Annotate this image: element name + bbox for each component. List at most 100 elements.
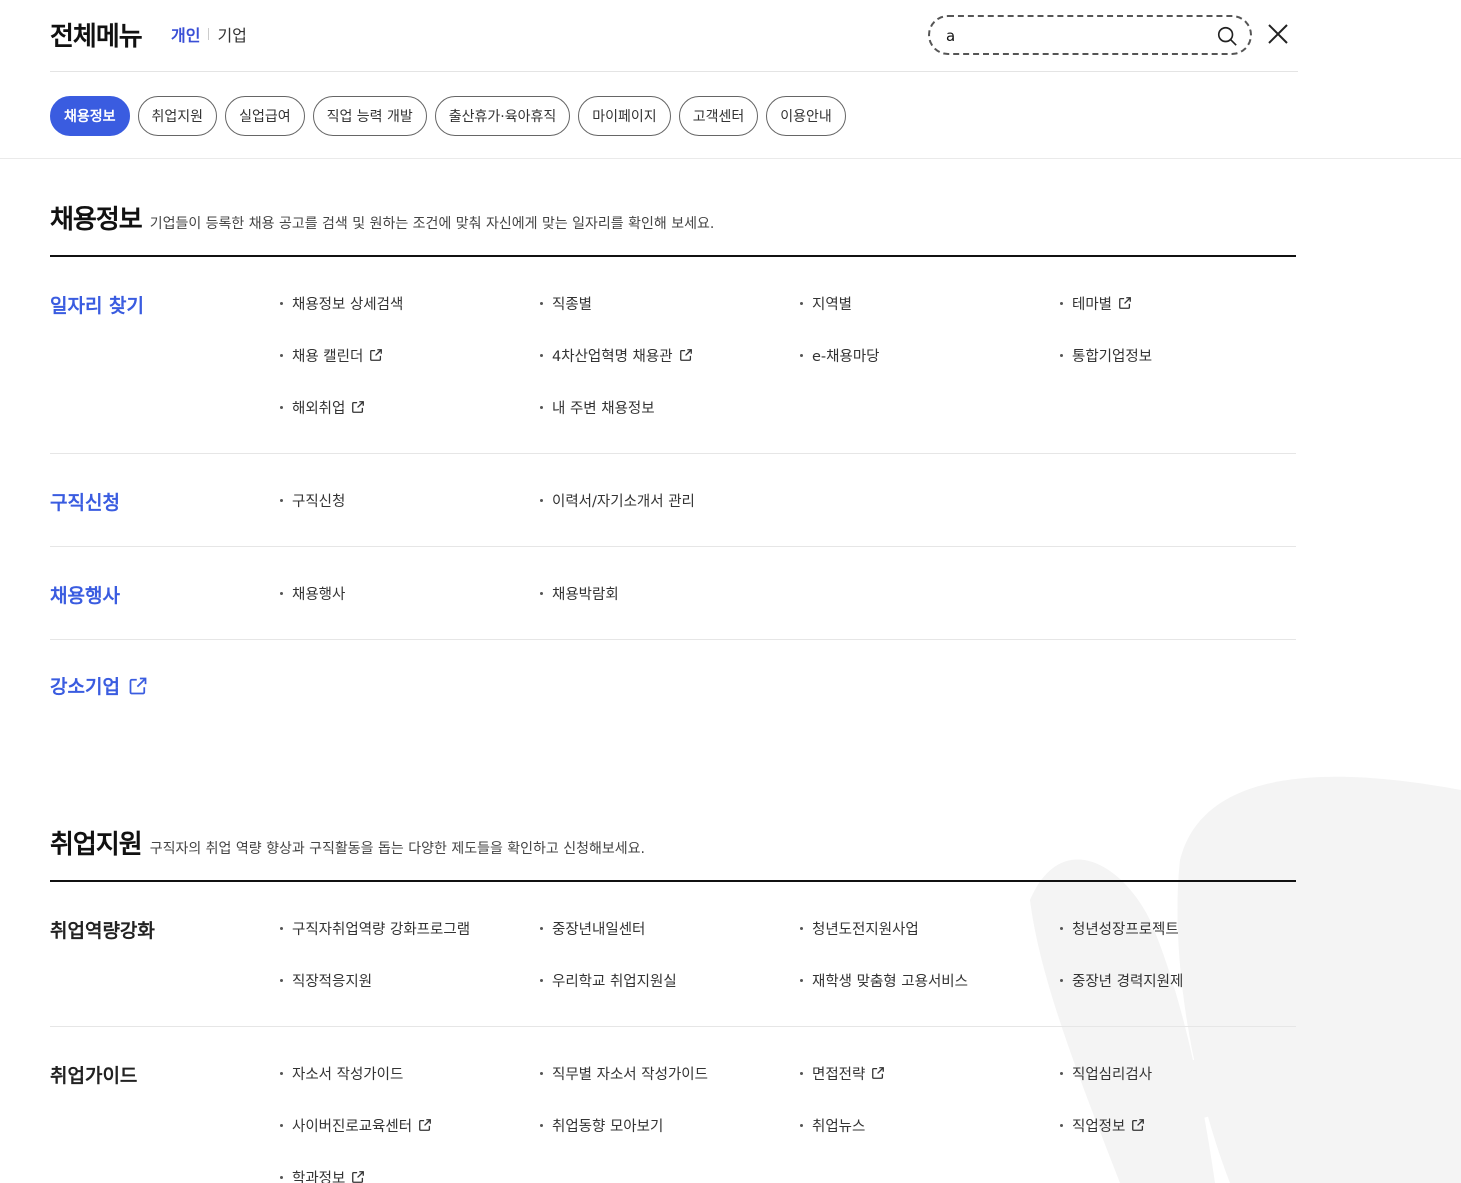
tab-recruit-info[interactable]: 채용정보 (50, 96, 130, 136)
external-link-icon (352, 1171, 365, 1183)
category-tabs: 채용정보 취업지원 실업급여 직업 능력 개발 출산휴가·육아휴직 마이페이지 … (50, 96, 846, 136)
menu-item[interactable]: 구직자취업역량 강화프로그램 (280, 917, 540, 939)
tab-company[interactable]: 기업 (217, 22, 246, 46)
group-title[interactable]: 취업역량강화 (50, 916, 155, 943)
menu-item-label: 취업뉴스 (812, 1118, 866, 1135)
menu-item-label: 직무별 자소서 작성가이드 (552, 1066, 708, 1083)
bullet (280, 498, 283, 502)
menu-item[interactable]: 통합기업정보 (1060, 344, 1320, 366)
menu-item-label: 테마별 (1072, 296, 1113, 313)
menu-item[interactable]: 사이버진로교육센터 (280, 1114, 540, 1136)
menu-item[interactable]: 면접전략 (800, 1062, 1060, 1084)
menu-item[interactable]: 채용 캘린더 (280, 344, 540, 366)
menu-item[interactable]: 청년도전지원사업 (800, 917, 1060, 939)
bullet (1060, 1123, 1063, 1127)
group-recruit-events: 채용행사 채용행사 채용박람회 (50, 547, 1296, 640)
menu-item-label: e-채용마당 (812, 348, 880, 365)
bullet (800, 978, 803, 982)
group-job-application: 구직신청 구직신청 이력서/자기소개서 관리 (50, 454, 1296, 547)
tab-customer-center[interactable]: 고객센터 (678, 96, 759, 136)
bullet (1060, 978, 1063, 982)
external-link-icon (1132, 1119, 1145, 1131)
menu-item[interactable]: 재학생 맞춤형 고용서비스 (800, 969, 1060, 991)
menu-item[interactable]: 구직신청 (280, 489, 540, 511)
bullet (540, 301, 543, 305)
menu-item-label: 채용 캘린더 (292, 348, 364, 365)
external-link-icon (872, 1067, 885, 1079)
menu-item[interactable]: e-채용마당 (800, 344, 1060, 366)
bullet (540, 978, 543, 982)
menu-item-label: 이력서/자기소개서 관리 (552, 493, 695, 510)
menu-item-label: 직업심리검사 (1072, 1066, 1153, 1083)
menu-item-label: 학과정보 (292, 1170, 346, 1183)
menu-item-label: 내 주변 채용정보 (552, 400, 655, 417)
tab-unemployment-benefit[interactable]: 실업급여 (225, 96, 305, 136)
menu-item[interactable]: 직업정보 (1060, 1114, 1320, 1136)
bullet (1060, 1071, 1063, 1075)
menu-item[interactable]: 직장적응지원 (280, 969, 540, 991)
menu-item-label: 통합기업정보 (1072, 348, 1153, 365)
bullet (540, 1071, 543, 1075)
group-small-giants: 강소기업 (50, 640, 1296, 730)
close-icon[interactable] (1266, 22, 1290, 46)
bullet (280, 978, 283, 982)
tab-usage-guide[interactable]: 이용안내 (766, 96, 846, 136)
menu-item[interactable]: 해외취업 (280, 396, 540, 418)
menu-item[interactable]: 직종별 (540, 292, 800, 314)
menu-item-label: 채용행사 (292, 586, 346, 603)
group-items: 채용정보 상세검색 직종별 지역별 테마별 채용 캘린더 4차산업혁명 채용관 … (280, 292, 1320, 418)
group-title[interactable]: 취업가이드 (50, 1061, 137, 1088)
tab-personal[interactable]: 개인 (171, 22, 200, 46)
menu-item-label: 사이버진로교육센터 (292, 1118, 413, 1135)
bullet (1060, 301, 1063, 305)
menu-item[interactable]: 채용정보 상세검색 (280, 292, 540, 314)
menu-item-label: 채용박람회 (552, 586, 619, 603)
menu-item[interactable]: 학과정보 (280, 1166, 540, 1183)
menu-item[interactable]: 이력서/자기소개서 관리 (540, 489, 800, 511)
group-title[interactable]: 채용행사 (50, 581, 120, 608)
menu-item-label: 취업동향 모아보기 (552, 1118, 664, 1135)
menu-item[interactable]: 테마별 (1060, 292, 1320, 314)
menu-item-label: 우리학교 취업지원실 (552, 973, 677, 990)
menu-item[interactable]: 직업심리검사 (1060, 1062, 1320, 1084)
section-title: 취업지원 (50, 830, 143, 860)
menu-item[interactable]: 자소서 작성가이드 (280, 1062, 540, 1084)
group-job-guide: 취업가이드 자소서 작성가이드 직무별 자소서 작성가이드 면접전략 직업심리검… (50, 1027, 1296, 1183)
bullet (540, 353, 543, 357)
menu-item[interactable]: 채용행사 (280, 582, 540, 604)
menu-item-label: 해외취업 (292, 400, 346, 417)
menu-item-label: 구직자취업역량 강화프로그램 (292, 921, 471, 938)
section-recruit-info: 채용정보 기업들이 등록한 채용 공고를 검색 및 원하는 조건에 맞춰 자신에… (50, 199, 1296, 730)
menu-item[interactable]: 직무별 자소서 작성가이드 (540, 1062, 800, 1084)
bullet (800, 1123, 803, 1127)
search-input[interactable] (946, 25, 1206, 47)
external-link-icon (352, 401, 365, 413)
menu-item[interactable]: 취업동향 모아보기 (540, 1114, 800, 1136)
bullet (280, 591, 283, 595)
bullet (540, 498, 543, 502)
menu-item[interactable]: 우리학교 취업지원실 (540, 969, 800, 991)
menu-item[interactable]: 중장년 경력지원제 (1060, 969, 1320, 991)
group-job-search: 일자리 찾기 채용정보 상세검색 직종별 지역별 테마별 채용 캘린더 4차산업… (50, 257, 1296, 454)
menu-item[interactable]: 내 주변 채용정보 (540, 396, 800, 418)
tab-job-support[interactable]: 취업지원 (137, 96, 218, 136)
menu-item[interactable]: 4차산업혁명 채용관 (540, 344, 800, 366)
tab-parental-leave[interactable]: 출산휴가·육아휴직 (434, 96, 571, 136)
menu-item[interactable]: 지역별 (800, 292, 1060, 314)
tab-divider (208, 28, 210, 40)
menu-item-label: 면접전략 (812, 1066, 866, 1083)
menu-item-label: 중장년 경력지원제 (1072, 973, 1184, 990)
bullet (800, 926, 803, 930)
search-icon[interactable] (1216, 25, 1238, 47)
tab-skills-development[interactable]: 직업 능력 개발 (312, 96, 427, 136)
group-title[interactable]: 구직신청 (50, 488, 120, 515)
menu-item[interactable]: 중장년내일센터 (540, 917, 800, 939)
tab-mypage[interactable]: 마이페이지 (578, 96, 671, 136)
menu-item[interactable]: 청년성장프로젝트 (1060, 917, 1320, 939)
menu-item[interactable]: 채용박람회 (540, 582, 800, 604)
menu-item-label: 청년도전지원사업 (812, 921, 919, 938)
bullet (800, 301, 803, 305)
group-title[interactable]: 일자리 찾기 (50, 291, 144, 318)
menu-item[interactable]: 취업뉴스 (800, 1114, 1060, 1136)
group-title-link[interactable]: 강소기업 (50, 672, 148, 699)
